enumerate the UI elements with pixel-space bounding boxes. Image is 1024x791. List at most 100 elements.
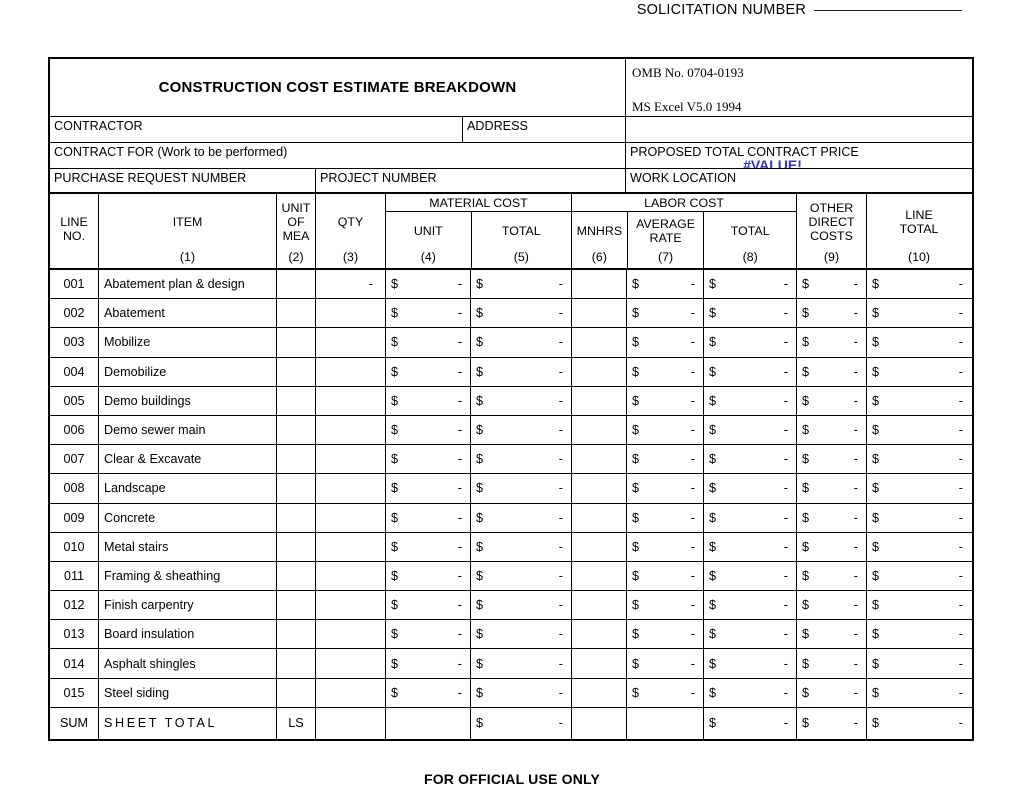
cell-average-rate[interactable]: $ - — [626, 649, 703, 678]
sum-cell-other-direct-costs[interactable]: $ - — [796, 707, 866, 739]
cell-material-unit[interactable]: $ - — [385, 503, 470, 532]
cell-line-no[interactable]: 013 — [50, 620, 98, 648]
cell-line-total[interactable]: $ - — [866, 561, 971, 591]
cell-other-direct-costs[interactable]: $ - — [796, 532, 866, 561]
cell-labor-total[interactable]: $ - — [703, 270, 796, 299]
sum-cell-line-total[interactable]: $ - — [866, 707, 971, 739]
cell-labor-total[interactable]: $ - — [703, 328, 796, 357]
cell-labor-total[interactable]: $ - — [703, 445, 796, 474]
cell-labor-total[interactable]: $ - — [703, 474, 796, 503]
sum-cell-labor-total[interactable]: $ - — [703, 707, 796, 739]
sum-cell-material-total[interactable]: $ - — [470, 707, 571, 739]
cell-labor-total[interactable]: $ - — [703, 357, 796, 386]
cell-line-total[interactable]: $ - — [866, 591, 971, 620]
sum-cell-mnhrs[interactable] — [571, 707, 626, 739]
cell-qty[interactable] — [315, 649, 385, 678]
cell-material-unit[interactable]: $ - — [385, 532, 470, 561]
cell-material-total[interactable]: $ - — [470, 561, 571, 591]
cell-item[interactable]: Framing & sheathing — [98, 561, 276, 591]
cell-average-rate[interactable]: $ - — [626, 357, 703, 386]
cell-material-total[interactable]: $ - — [470, 270, 571, 299]
cell-unit-of-mea[interactable] — [276, 445, 315, 474]
address-field[interactable]: ADDRESS — [462, 117, 625, 142]
cell-mnhrs[interactable] — [571, 532, 626, 561]
cell-material-unit[interactable]: $ - — [385, 445, 470, 474]
cell-material-total[interactable]: $ - — [470, 386, 571, 415]
cell-material-total[interactable]: $ - — [470, 357, 571, 386]
cell-qty[interactable] — [315, 620, 385, 649]
cell-material-unit[interactable]: $ - — [385, 270, 470, 299]
cell-other-direct-costs[interactable]: $ - — [796, 445, 866, 474]
cell-unit-of-mea[interactable] — [276, 649, 315, 678]
cell-labor-total[interactable]: $ - — [703, 386, 796, 415]
cell-qty[interactable] — [315, 445, 385, 474]
cell-item[interactable]: Landscape — [98, 474, 276, 503]
cell-average-rate[interactable]: $ - — [626, 328, 703, 357]
cell-material-total[interactable]: $ - — [470, 678, 571, 707]
cell-item[interactable]: Mobilize — [98, 328, 276, 357]
cell-qty[interactable] — [315, 357, 385, 386]
cell-average-rate[interactable]: $ - — [626, 532, 703, 561]
sum-cell-item[interactable]: SHEET TOTAL — [98, 707, 276, 739]
cell-line-total[interactable]: $ - — [866, 532, 971, 561]
cell-line-total[interactable]: $ - — [866, 386, 971, 415]
cell-line-total[interactable]: $ - — [866, 503, 971, 532]
cell-other-direct-costs[interactable]: $ - — [796, 474, 866, 503]
sum-cell-average-rate[interactable] — [626, 707, 703, 739]
work-location-field[interactable]: WORK LOCATION — [625, 169, 971, 192]
solicitation-number-blank[interactable] — [814, 10, 962, 11]
cell-unit-of-mea[interactable] — [276, 591, 315, 620]
cell-material-unit[interactable]: $ - — [385, 386, 470, 415]
cell-material-unit[interactable]: $ - — [385, 328, 470, 357]
cell-labor-total[interactable]: $ - — [703, 299, 796, 328]
cell-other-direct-costs[interactable]: $ - — [796, 357, 866, 386]
cell-line-no[interactable]: 006 — [50, 416, 98, 444]
cell-other-direct-costs[interactable]: $ - — [796, 649, 866, 678]
cell-qty[interactable] — [315, 299, 385, 328]
sum-cell-line-no[interactable]: SUM — [50, 708, 98, 739]
cell-mnhrs[interactable] — [571, 474, 626, 503]
cell-line-no[interactable]: 010 — [50, 533, 98, 561]
cell-other-direct-costs[interactable]: $ - — [796, 328, 866, 357]
cell-other-direct-costs[interactable]: $ - — [796, 561, 866, 591]
cell-material-total[interactable]: $ - — [470, 620, 571, 649]
cell-line-no[interactable]: 004 — [50, 358, 98, 386]
cell-material-unit[interactable]: $ - — [385, 649, 470, 678]
contract-for-field[interactable]: CONTRACT FOR (Work to be performed) — [50, 143, 625, 168]
cell-other-direct-costs[interactable]: $ - — [796, 415, 866, 445]
cell-qty[interactable] — [315, 415, 385, 445]
cell-line-total[interactable]: $ - — [866, 328, 971, 357]
cell-item[interactable]: Clear & Excavate — [98, 445, 276, 474]
cell-line-total[interactable]: $ - — [866, 299, 971, 328]
sum-cell-unit-of-mea[interactable]: LS — [276, 707, 315, 739]
cell-material-unit[interactable]: $ - — [385, 357, 470, 386]
cell-item[interactable]: Asphalt shingles — [98, 649, 276, 678]
cell-item[interactable]: Concrete — [98, 503, 276, 532]
cell-mnhrs[interactable] — [571, 357, 626, 386]
cell-average-rate[interactable]: $ - — [626, 386, 703, 415]
cell-line-no[interactable]: 007 — [50, 445, 98, 473]
cell-material-unit[interactable]: $ - — [385, 591, 470, 620]
cell-item[interactable]: Metal stairs — [98, 532, 276, 561]
cell-line-no[interactable]: 009 — [50, 504, 98, 532]
cell-line-no[interactable]: 001 — [50, 270, 98, 298]
cell-labor-total[interactable]: $ - — [703, 591, 796, 620]
cell-line-no[interactable]: 003 — [50, 328, 98, 356]
cell-material-unit[interactable]: $ - — [385, 620, 470, 649]
cell-average-rate[interactable]: $ - — [626, 678, 703, 707]
cell-item[interactable]: Demo buildings — [98, 386, 276, 415]
cell-unit-of-mea[interactable] — [276, 270, 315, 299]
cell-other-direct-costs[interactable]: $ - — [796, 386, 866, 415]
cell-item[interactable]: Finish carpentry — [98, 591, 276, 620]
cell-item[interactable]: Steel siding — [98, 678, 276, 707]
cell-qty[interactable] — [315, 532, 385, 561]
cell-line-total[interactable]: $ - — [866, 474, 971, 503]
cell-line-total[interactable]: $ - — [866, 270, 971, 299]
cell-unit-of-mea[interactable] — [276, 415, 315, 445]
cell-line-total[interactable]: $ - — [866, 649, 971, 678]
cell-other-direct-costs[interactable]: $ - — [796, 620, 866, 649]
cell-other-direct-costs[interactable]: $ - — [796, 299, 866, 328]
cell-mnhrs[interactable] — [571, 591, 626, 620]
proposed-total-contract-price-field[interactable]: PROPOSED TOTAL CONTRACT PRICE #VALUE! — [625, 143, 971, 168]
cell-mnhrs[interactable] — [571, 620, 626, 649]
